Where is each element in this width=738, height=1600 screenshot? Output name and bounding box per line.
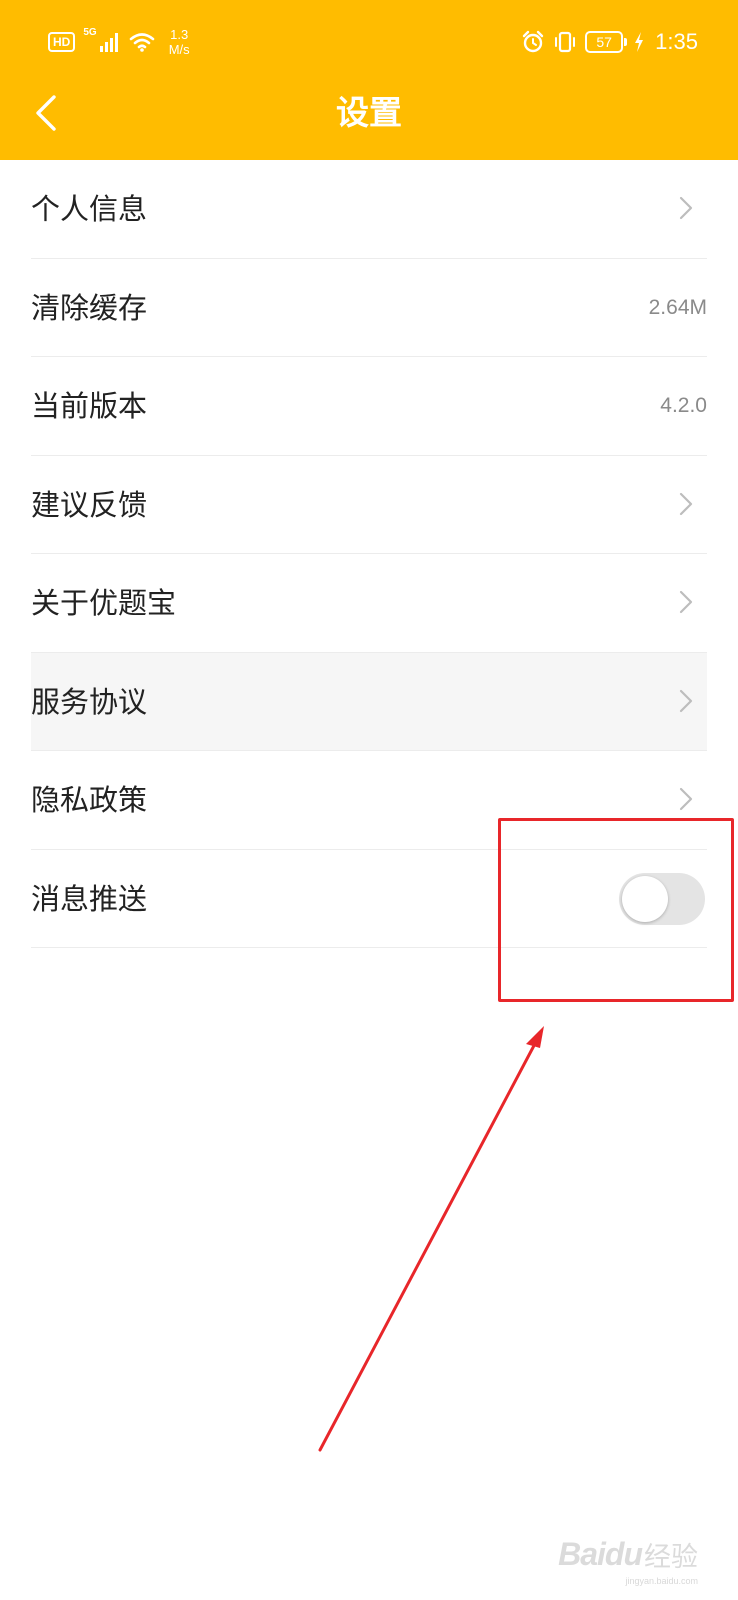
push-notifications-toggle[interactable] [619,872,705,925]
settings-item-push-notifications: 消息推送 [31,850,707,948]
network-speed: 1.3 M/s [169,27,190,57]
watermark-sub: 经验 [644,1541,698,1573]
page-title: 设置 [336,93,402,132]
settings-item-service-agreement[interactable]: 服务协议 [31,652,707,751]
hd-icon: HD [48,32,76,52]
chevron-right-icon [679,196,693,220]
back-arrow-icon [36,95,56,131]
settings-item-label: 消息推送 [31,881,148,916]
status-bar: HD 5G 1.3 M/s 57 1:35 [0,0,738,84]
chevron-right-icon [679,590,693,614]
toggle-knob [622,875,668,922]
settings-item-label: 当前版本 [31,389,148,423]
chevron-right-icon [679,787,693,811]
app-header: HD 5G 1.3 M/s 57 1:35 设置 [0,0,738,160]
baidu-jingyan-watermark: Baidu 经验 [558,1530,698,1578]
settings-item-label: 清除缓存 [31,290,148,325]
settings-item-privacy-policy[interactable]: 隐私政策 [31,751,707,850]
battery-icon: 57 [585,31,628,53]
watermark-brand: Baidu [558,1535,643,1572]
watermark-url: jingyan.baidu.com [625,1576,698,1586]
annotation-arrow [318,1026,544,1452]
signal-icon [99,33,118,52]
settings-item-clear-cache[interactable]: 清除缓存 2.64M [31,259,707,357]
network-speed-value: 1.3 [170,27,189,42]
network-type-label: 5G [83,27,97,38]
settings-item-current-version[interactable]: 当前版本 4.2.0 [31,357,707,456]
chevron-right-icon [679,689,693,712]
settings-item-label: 隐私政策 [31,783,148,817]
charging-bolt-icon [635,32,644,52]
version-value: 4.2.0 [660,394,707,417]
network-speed-unit: M/s [168,42,190,57]
vibrate-icon [555,31,576,53]
wifi-icon [129,33,154,52]
settings-item-label: 建议反馈 [31,487,148,522]
back-button[interactable] [26,90,66,136]
battery-level: 57 [596,34,612,50]
settings-item-label: 服务协议 [31,684,148,719]
status-bar-left: HD 5G 1.3 M/s [48,26,190,58]
settings-item-feedback[interactable]: 建议反馈 [31,456,707,554]
chevron-right-icon [679,492,693,515]
settings-item-about[interactable]: 关于优题宝 [31,554,707,653]
settings-item-label: 个人信息 [31,192,148,226]
settings-item-label: 关于优题宝 [31,586,177,620]
status-bar-right: 57 1:35 [521,26,698,58]
status-time: 1:35 [655,29,698,54]
alarm-icon [522,30,544,53]
cache-size-value: 2.64M [648,295,707,319]
settings-item-personal-info[interactable]: 个人信息 [31,160,707,259]
settings-list: 个人信息 清除缓存 2.64M 当前版本 4.2.0 建议反馈 关于优题宝 服务… [0,160,738,948]
